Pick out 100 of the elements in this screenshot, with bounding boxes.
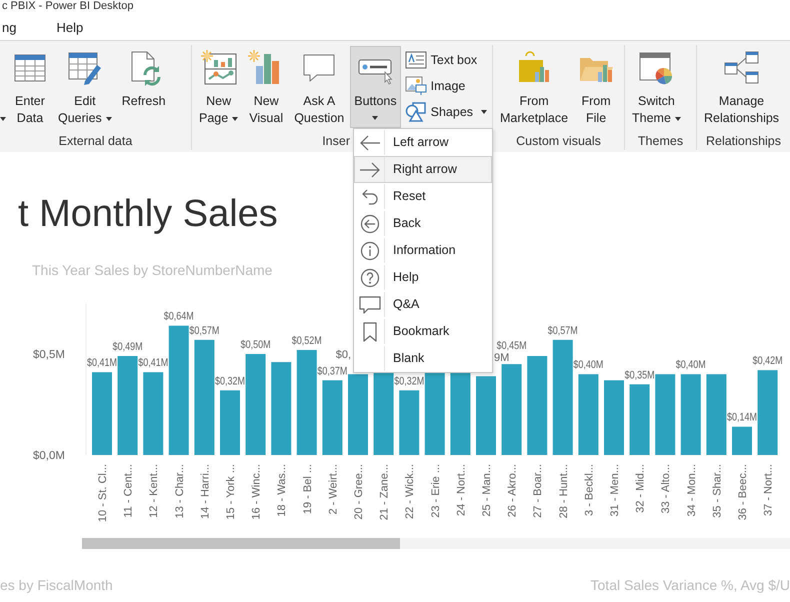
axis-label: 19 - Bel ... [302, 464, 314, 514]
axis-label: 10 - St. Cl... [97, 464, 109, 522]
axis-label: 36 - Beec... [737, 464, 749, 520]
data-label: $0,52M [292, 334, 328, 347]
right-arrow-icon [358, 160, 380, 178]
scrollbar[interactable] [82, 538, 790, 549]
axis-label: 25 - Man... [481, 464, 493, 517]
axis-label: 33 - Alto... [660, 464, 672, 514]
ribbon-button[interactable]: From File [574, 46, 618, 128]
axis-label: 27 - Boar... [532, 464, 544, 518]
menu-item[interactable]: Back [354, 210, 492, 237]
ribbon-button[interactable]: New Page [195, 46, 242, 128]
axis-label: 20 - Gree... [353, 464, 365, 520]
axis-label: 13 - Char... [174, 464, 186, 518]
axis-label: 28 - Hunt... [558, 464, 570, 518]
menu-item[interactable]: Help [354, 264, 492, 291]
back-icon [360, 214, 380, 234]
data-label: $0,35M [624, 369, 662, 382]
axis-label: 23 - Erie ... [430, 464, 442, 518]
chart-bar [630, 384, 650, 455]
ribbon-button[interactable]: From Marketplace [496, 46, 572, 128]
ribbon-button[interactable]: Manage Relationships [700, 46, 784, 128]
menu-item[interactable]: Information [354, 237, 492, 264]
axis-label: 35 - Shar... [711, 464, 724, 518]
axis-label: $0,5M [33, 349, 65, 361]
axis-label: $0,0M [33, 450, 65, 462]
axis-label: 21 - Zane... [378, 464, 391, 520]
ribbon-button[interactable]: Switch Theme [628, 46, 685, 128]
data-label: $0,49M [112, 341, 150, 354]
bookmark-icon [362, 322, 378, 342]
data-label: $0,64M [164, 310, 200, 323]
ribbon-button[interactable]: Enter Data [8, 46, 52, 128]
data-label: 9M [494, 352, 510, 364]
menu-item[interactable]: Bookmark [354, 318, 492, 345]
text-box-icon [404, 51, 427, 69]
ribbon-button[interactable]: Buttons [350, 46, 401, 128]
axis-label: 31 - Men... [609, 464, 621, 517]
ribbon-button[interactable]: Ask A Question [290, 46, 348, 128]
table-pencil-icon [66, 50, 103, 86]
axis-label: 24 - Nort... [455, 464, 468, 516]
axis-label: 16 - Winc... [250, 464, 263, 520]
undo-arrow-icon [360, 186, 380, 206]
group-label: Inser [322, 134, 350, 148]
help-icon [360, 268, 380, 288]
ribbon-button[interactable]: New Visual [244, 46, 288, 128]
chart-bar [220, 390, 240, 455]
axis-label: 37 - Nort... [762, 464, 775, 516]
image-icon [404, 76, 427, 96]
menu-item[interactable]: Help [54, 18, 86, 38]
group-label: External data [58, 134, 132, 148]
data-label: $0,57M [189, 324, 226, 337]
axis-label: 15 - York ... [225, 464, 237, 520]
menu-item[interactable]: Q&A [354, 291, 492, 318]
info-icon [360, 240, 380, 260]
data-label: $0,45M [496, 340, 534, 352]
data-label: $0,32M [215, 375, 252, 388]
axis-label: 34 - Mon... [686, 464, 698, 517]
axis-label: 12 - Kent... [148, 464, 160, 518]
chart-page-icon [200, 50, 237, 86]
axis-label: 14 - Harri... [199, 464, 212, 520]
chart-bar [399, 390, 420, 455]
report-title: t Monthly Sales [18, 192, 278, 237]
group-label: Relationships [706, 134, 782, 148]
data-label: $0,32M [394, 375, 431, 388]
ribbon-button[interactable]: Text box [402, 47, 490, 73]
data-label: $0,41M [87, 357, 124, 370]
data-label: $0, [336, 349, 351, 361]
speech-bubble-icon [358, 294, 380, 314]
data-label: $0,37M [317, 365, 354, 378]
chart-bar [732, 426, 752, 455]
data-label: $0,41M [138, 357, 175, 370]
ribbon-button[interactable]: Shapes [402, 99, 490, 125]
axis-label: 3 - Beckl... [583, 464, 596, 516]
ribbon-button[interactable]: Refresh [118, 46, 170, 128]
axis-label: 11 - Cent... [122, 464, 135, 518]
chart-title: This Year Sales by StoreNumberName [32, 261, 272, 280]
caret-icon [0, 117, 6, 121]
menu-item[interactable]: Left arrow [354, 129, 492, 156]
menu-item[interactable]: Reset [354, 183, 492, 210]
left-arrow-icon [358, 134, 380, 152]
axis-label: 26 - Akro... [506, 464, 519, 518]
menu-item[interactable]: Blank [354, 345, 492, 372]
linked-tables-icon [724, 50, 760, 86]
ribbon-button[interactable]: Edit Queries [54, 46, 116, 128]
chart-title: Total Sales Variance %, Avg $/U [590, 576, 790, 594]
data-label: $0,50M [240, 339, 278, 351]
menu-item[interactable]: ng [0, 18, 18, 38]
axis-label: 2 - Weirt... [327, 464, 340, 515]
ribbon-button[interactable]: Image [402, 73, 490, 99]
data-label: $0,40M [573, 359, 610, 372]
data-label: $0,14M [727, 412, 764, 424]
axis-label: 32 - Mid... [634, 464, 647, 513]
group-label: Custom visuals [516, 134, 601, 148]
data-label: $0,40M [676, 359, 712, 372]
scrollbar-thumb[interactable] [82, 538, 400, 549]
group-label: Themes [638, 134, 684, 148]
data-label: $0,42M [752, 355, 790, 368]
menu-item[interactable]: Right arrow [354, 156, 492, 183]
window-pie-icon [638, 50, 674, 86]
data-label: $0,57M [548, 324, 584, 337]
